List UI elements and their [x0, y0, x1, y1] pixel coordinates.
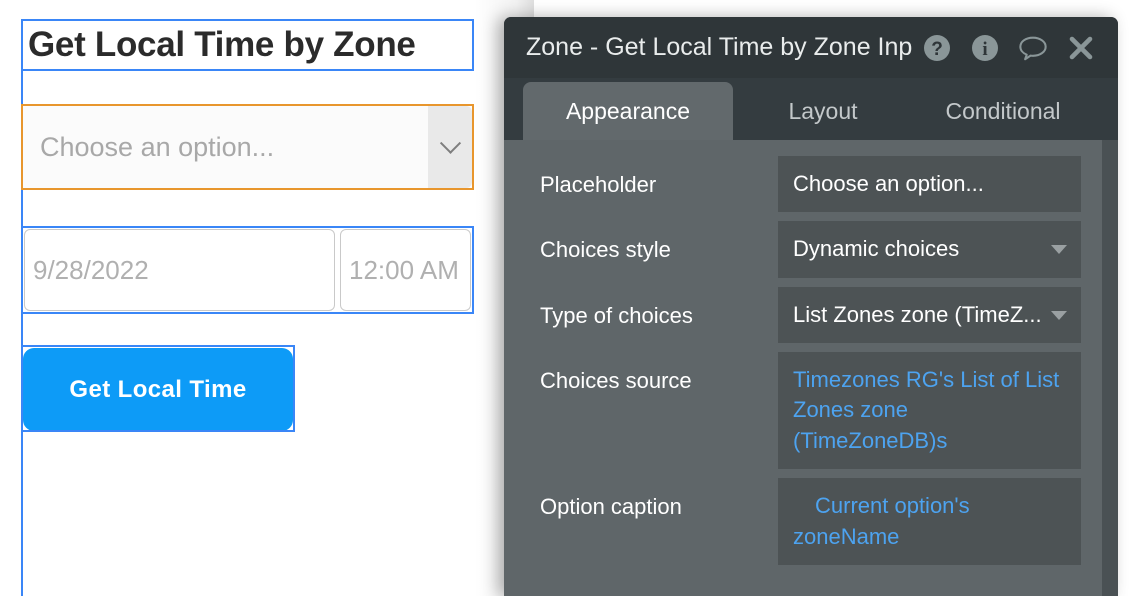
property-label-choices-style: Choices style: [540, 237, 671, 263]
get-local-time-button[interactable]: Get Local Time: [23, 348, 293, 430]
property-label-placeholder: Placeholder: [540, 172, 657, 197]
caret-down-icon: [1051, 310, 1067, 320]
time-input[interactable]: 12:00 AM: [340, 229, 471, 311]
property-row-placeholder: Placeholder Choose an option...: [504, 156, 1118, 213]
datetime-divider: [336, 228, 339, 312]
property-row-choices-style: Choices style Dynamic choices: [504, 221, 1118, 278]
property-editor-scrollbar[interactable]: [1102, 140, 1118, 596]
date-input[interactable]: 9/28/2022: [24, 229, 335, 311]
dropdown-placeholder-text: Choose an option...: [40, 131, 275, 162]
canvas-element-dropdown[interactable]: Choose an option...: [21, 104, 474, 190]
svg-text:i: i: [983, 39, 988, 60]
tab-layout[interactable]: Layout: [733, 82, 913, 140]
info-icon[interactable]: i: [970, 33, 1000, 63]
chevron-down-icon[interactable]: [428, 106, 472, 188]
property-editor-header-icons: ? i: [922, 33, 1096, 63]
property-editor-tabs: Appearance Layout Conditional: [504, 78, 1118, 140]
property-label-option-caption: Option caption: [540, 494, 682, 520]
property-label-choices-source: Choices source: [540, 368, 692, 394]
chevron-down-glyph: [439, 132, 461, 154]
date-input-value: 9/28/2022: [33, 254, 149, 285]
close-icon[interactable]: [1066, 33, 1096, 63]
property-row-choices-source: Choices source Timezones RG's List of Li…: [504, 352, 1118, 470]
property-editor-body: Placeholder Choose an option... Choices …: [504, 140, 1118, 596]
canvas-element-title[interactable]: Get Local Time by Zone: [21, 19, 474, 71]
property-field-placeholder[interactable]: Choose an option...: [778, 156, 1081, 213]
svg-text:?: ?: [932, 39, 944, 60]
property-editor-header: Zone - Get Local Time by Zone Inp ? i: [504, 17, 1118, 78]
tab-appearance[interactable]: Appearance: [523, 82, 733, 140]
comment-icon[interactable]: [1018, 33, 1048, 63]
property-field-type-of-choices-text: List Zones zone (TimeZ...: [793, 301, 1042, 327]
caret-down-icon: [1051, 245, 1067, 255]
tab-conditional[interactable]: Conditional: [913, 82, 1093, 140]
page-title: Get Local Time by Zone: [28, 24, 416, 64]
canvas-element-button[interactable]: Get Local Time: [21, 345, 295, 432]
property-editor-title: Zone - Get Local Time by Zone Inp: [526, 33, 913, 61]
canvas-element-datetime[interactable]: 9/28/2022 12:00 AM: [21, 226, 474, 314]
property-field-choices-style[interactable]: Dynamic choices: [778, 221, 1081, 278]
help-icon[interactable]: ?: [922, 33, 952, 63]
time-input-value: 12:00 AM: [349, 254, 459, 285]
property-field-type-of-choices[interactable]: List Zones zone (TimeZ...: [778, 286, 1081, 344]
property-label-type-of-choices: Type of choices: [540, 302, 693, 328]
property-row-type-of-choices: Type of choices List Zones zone (TimeZ..…: [504, 286, 1118, 344]
property-field-choices-source[interactable]: Timezones RG's List of List Zones zone (…: [778, 352, 1081, 470]
dropdown-inner[interactable]: Choose an option...: [23, 106, 472, 188]
property-row-option-caption: Option caption Current option's zoneName: [504, 478, 1118, 565]
property-field-choices-style-text: Dynamic choices: [793, 236, 960, 262]
property-editor-panel: Zone - Get Local Time by Zone Inp ? i Ap…: [504, 17, 1118, 596]
property-field-option-caption[interactable]: Current option's zoneName: [778, 478, 1081, 565]
app-design-canvas: Get Local Time by Zone Choose an option.…: [0, 0, 534, 596]
